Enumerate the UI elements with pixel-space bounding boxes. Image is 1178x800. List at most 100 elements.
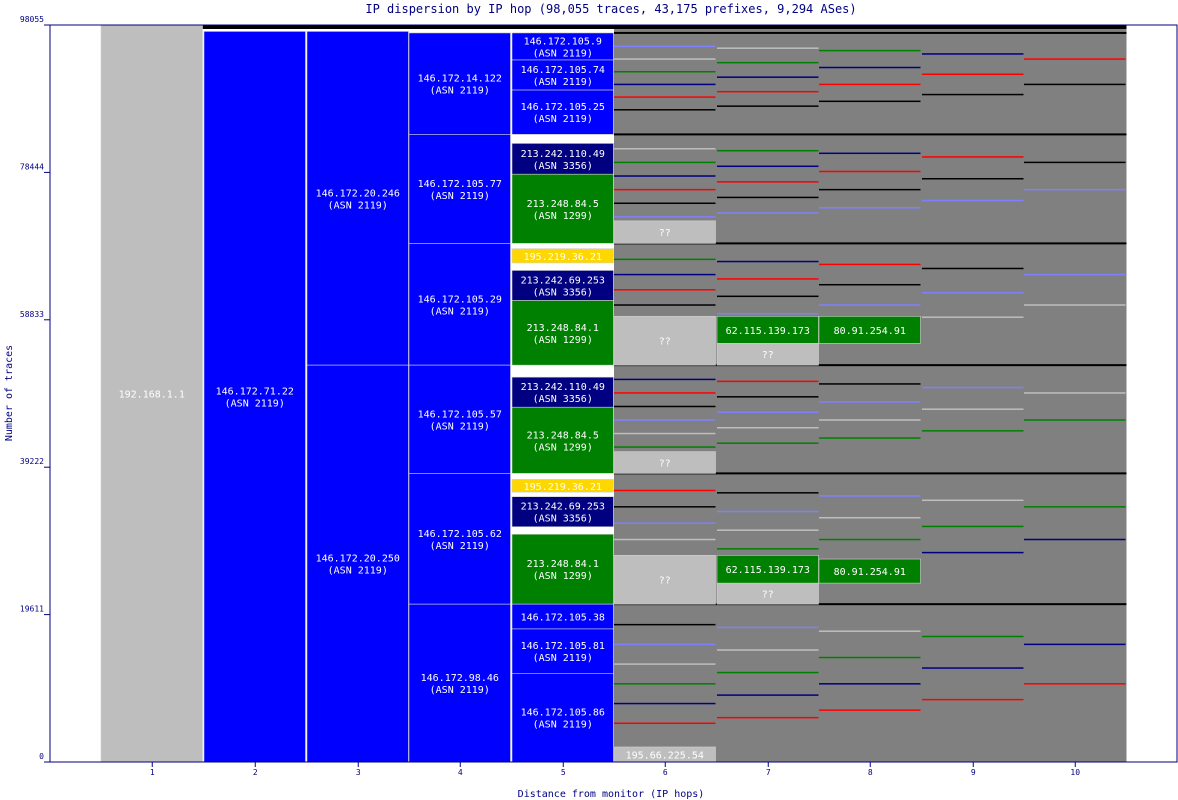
trace-line: [717, 396, 819, 398]
trace-line: [819, 683, 921, 685]
trace-line: [717, 694, 819, 696]
node-asn-label: (ASN 2119): [430, 685, 490, 696]
trace-line: [614, 188, 716, 191]
trace-line: [922, 667, 1024, 669]
node-asn-label: (ASN 2119): [225, 399, 285, 410]
trace-line: [922, 698, 1024, 701]
node-asn-label: (ASN 2119): [328, 200, 388, 211]
trace-line: [819, 207, 921, 209]
x-tick-label: 7: [766, 768, 771, 777]
node-asn-label: (ASN 2119): [430, 421, 490, 432]
trace-line: [717, 380, 819, 383]
trace-line: [614, 216, 716, 218]
node-ip-label: 195.219.36.21: [524, 252, 602, 263]
y-tick-label: 19611: [20, 605, 44, 614]
trace-line: [717, 278, 819, 280]
trace-line: [1024, 392, 1126, 394]
trace-line: [614, 722, 716, 725]
trace-line: [614, 506, 716, 508]
node-ip-label: 146.172.14.122: [418, 74, 502, 85]
trace-line: [614, 70, 716, 73]
trace-line: [922, 316, 1024, 318]
trace-line: [614, 83, 716, 86]
node-ip-label: 146.172.71.22: [216, 387, 294, 398]
trace-line: [614, 273, 716, 276]
node-ip-label: 146.172.105.57: [418, 409, 502, 420]
trace-line: [717, 649, 819, 651]
trace-line: [614, 643, 716, 646]
trace-line: [1024, 58, 1126, 60]
trace-line: [614, 148, 716, 150]
trace-line: [614, 289, 716, 291]
node-ip-label: 146.172.20.250: [316, 554, 400, 565]
node-ip-label: 146.172.105.29: [418, 294, 502, 305]
trace-line: [614, 109, 716, 111]
node-asn-label: (ASN 2119): [533, 720, 593, 731]
trace-line: [819, 656, 921, 659]
trace-line: [1024, 506, 1126, 508]
trace-line: [819, 401, 921, 403]
trace-line: [922, 177, 1024, 180]
trace-line: [614, 96, 716, 98]
node-ip-label: 146.172.105.77: [418, 179, 502, 190]
trace-line: [717, 47, 819, 49]
trace-line: [819, 263, 921, 266]
node-ip-label: 195.219.36.21: [524, 482, 602, 493]
node-ip-label: 146.172.105.81: [521, 641, 605, 652]
node-asn-label: (ASN 2119): [533, 77, 593, 88]
group-separator: [614, 133, 1127, 136]
trace-line: [614, 58, 716, 60]
node-ip-label: ??: [659, 337, 671, 348]
trace-line: [819, 495, 921, 497]
trace-line: [717, 510, 819, 513]
trace-line: [717, 295, 819, 298]
node-ip-label: 146.172.105.62: [418, 529, 502, 540]
trace-line: [819, 49, 921, 52]
group-separator: [614, 31, 1127, 34]
trace-line: [819, 170, 921, 173]
node-asn-label: (ASN 2119): [328, 566, 388, 577]
node-asn-label: (ASN 2119): [533, 114, 593, 125]
node-ip-label: 62.115.139.173: [726, 326, 810, 337]
trace-line: [614, 304, 716, 306]
x-tick-label: 6: [663, 768, 668, 777]
y-tick-label: 39222: [20, 457, 44, 466]
chart-title: IP dispersion by IP hop (98,055 traces, …: [365, 2, 856, 16]
trace-line: [614, 489, 716, 492]
x-tick-label: 4: [458, 768, 463, 777]
trace-line: [717, 548, 819, 550]
trace-line: [614, 419, 716, 421]
trace-line: [922, 292, 1024, 294]
trace-line: [614, 378, 716, 381]
x-tick-label: 1: [150, 768, 155, 777]
node-ip-label: 213.242.69.253: [521, 275, 605, 286]
trace-line: [922, 93, 1024, 96]
trace-line: [819, 66, 921, 69]
trace-line: [614, 432, 716, 435]
trace-line: [819, 283, 921, 286]
trace-line: [717, 105, 819, 107]
node-asn-label: (ASN 3356): [533, 514, 593, 525]
node-ip-label: ??: [659, 576, 671, 587]
trace-line: [717, 426, 819, 429]
node-ip-label: 146.172.98.46: [421, 673, 499, 684]
trace-line: [614, 45, 716, 48]
trace-line: [922, 635, 1024, 638]
node-ip-label: 195.66.225.54: [626, 750, 704, 761]
y-axis-label: Number of traces: [4, 345, 15, 441]
node-ip-label: ??: [659, 228, 671, 239]
trace-line: [717, 149, 819, 152]
trace-line: [614, 663, 716, 665]
node-ip-label: ??: [659, 458, 671, 469]
trace-line: [819, 419, 921, 421]
x-tick-label: 2: [253, 768, 258, 777]
node-ip-label: 146.172.105.86: [521, 708, 605, 719]
trace-line: [1024, 419, 1126, 421]
trace-line: [614, 683, 716, 685]
trace-line: [922, 267, 1024, 270]
node-asn-label: (ASN 2119): [533, 48, 593, 59]
y-tick-label: 58833: [20, 310, 44, 319]
trace-line: [614, 175, 716, 177]
trace-line: [614, 202, 716, 205]
trace-line: [1024, 643, 1126, 646]
